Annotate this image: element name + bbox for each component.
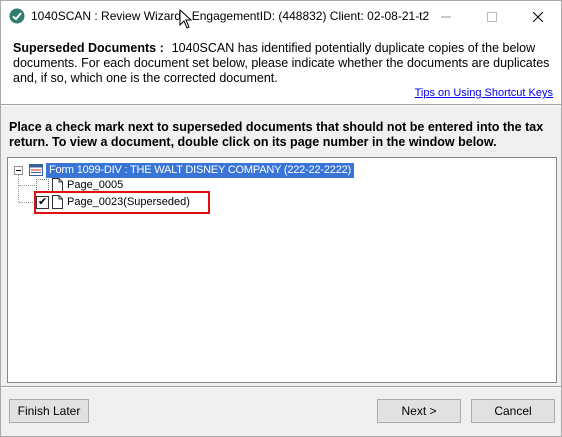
review-wizard-window: 1040SCAN : Review Wizard - EngagementID:…	[0, 0, 562, 437]
minimize-icon	[441, 16, 451, 17]
header-divider	[1, 104, 561, 106]
tree-root-node[interactable]: Form 1099-DIV : THE WALT DISNEY COMPANY …	[14, 162, 354, 178]
instructions-text: Place a check mark next to superseded do…	[9, 120, 544, 149]
tree-connector	[18, 174, 19, 202]
next-button[interactable]: Next >	[377, 399, 461, 423]
title-bar[interactable]: 1040SCAN : Review Wizard - EngagementID:…	[1, 1, 561, 32]
header-description: Superseded Documents :1040SCAN has ident…	[13, 41, 553, 86]
red-highlight-annotation	[34, 191, 210, 214]
tips-shortcut-keys-link[interactable]: Tips on Using Shortcut Keys	[415, 87, 553, 99]
app-check-icon	[9, 8, 25, 24]
form-icon	[29, 164, 43, 176]
tree-root-label[interactable]: Form 1099-DIV : THE WALT DISNEY COMPANY …	[46, 162, 354, 178]
page-0005-label[interactable]: Page_0005	[67, 179, 123, 191]
maximize-icon	[487, 11, 497, 22]
document-icon	[52, 178, 63, 192]
mouse-cursor-icon	[179, 9, 193, 29]
tree-connector	[19, 202, 35, 203]
maximize-button[interactable]	[469, 1, 515, 32]
close-button[interactable]	[515, 1, 561, 32]
wizard-header: Superseded Documents :1040SCAN has ident…	[1, 32, 561, 104]
window-title: 1040SCAN : Review Wizard - EngagementID:…	[31, 9, 430, 23]
page-0005-checkbox[interactable]	[36, 178, 49, 192]
header-label: Superseded Documents :	[13, 41, 164, 55]
cancel-button[interactable]: Cancel	[471, 399, 555, 423]
finish-later-button[interactable]: Finish Later	[9, 399, 89, 423]
footer-divider	[1, 386, 561, 388]
tree-connector	[19, 185, 35, 186]
close-icon	[533, 11, 543, 22]
minimize-button[interactable]	[423, 1, 469, 32]
